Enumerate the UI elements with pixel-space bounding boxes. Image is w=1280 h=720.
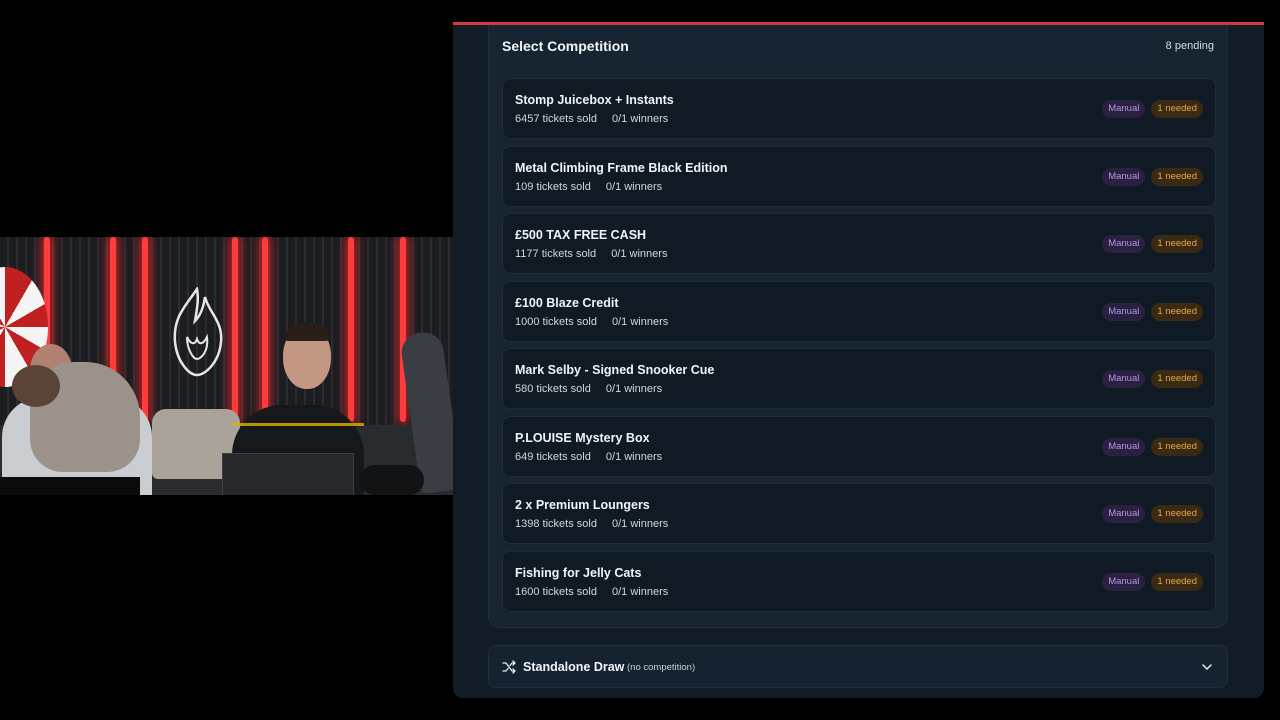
desk-edge xyxy=(0,477,140,495)
manual-badge: Manual xyxy=(1102,437,1146,456)
shuffle-icon xyxy=(502,660,516,674)
needed-badge: 1 needed xyxy=(1151,167,1203,186)
neon-light xyxy=(232,237,238,422)
competition-item[interactable]: £500 TAX FREE CASH 1177 tickets sold 0/1… xyxy=(502,213,1216,274)
competition-name: Fishing for Jelly Cats xyxy=(515,565,642,580)
tickets-sold: 1000 tickets sold xyxy=(515,315,597,328)
card-header: Select Competition 8 pending xyxy=(502,38,1214,58)
manual-badge: Manual xyxy=(1102,235,1146,253)
competition-meta: 1600 tickets sold 0/1 winners xyxy=(515,586,668,598)
tickets-sold: 1600 tickets sold xyxy=(515,585,597,598)
chevron-down-icon[interactable] xyxy=(1201,661,1213,673)
dog-head xyxy=(12,365,60,407)
manual-badge: Manual xyxy=(1102,302,1146,321)
badges: Manual 1 needed xyxy=(1102,302,1203,321)
competition-name: £100 Blaze Credit xyxy=(515,295,619,310)
competition-name: £500 TAX FREE CASH xyxy=(515,228,647,242)
tickets-sold: 580 tickets sold xyxy=(515,383,591,395)
headphones xyxy=(360,465,424,495)
badges: Manual 1 needed xyxy=(1102,572,1203,591)
competition-meta: 1000 tickets sold 0/1 winners xyxy=(515,316,668,328)
badges: Manual 1 needed xyxy=(1102,505,1203,523)
badges: Manual 1 needed xyxy=(1102,167,1203,186)
needed-badge: 1 needed xyxy=(1151,505,1203,523)
needed-badge: 1 needed xyxy=(1151,437,1203,456)
competition-item[interactable]: Stomp Juicebox + Instants 6457 tickets s… xyxy=(502,78,1216,139)
needed-badge: 1 needed xyxy=(1151,235,1203,253)
competition-meta: 109 tickets sold 0/1 winners xyxy=(515,181,662,193)
needed-badge: 1 needed xyxy=(1151,302,1203,321)
competition-item[interactable]: P.LOUISE Mystery Box 649 tickets sold 0/… xyxy=(502,415,1216,477)
competition-name: P.LOUISE Mystery Box xyxy=(515,430,650,445)
flame-logo-icon xyxy=(173,287,223,377)
winners-count: 0/1 winners xyxy=(611,248,668,260)
badges: Manual 1 needed xyxy=(1102,370,1203,388)
manual-badge: Manual xyxy=(1102,100,1146,118)
competition-item[interactable]: Fishing for Jelly Cats 1600 tickets sold… xyxy=(502,550,1216,612)
competition-name: Metal Climbing Frame Black Edition xyxy=(515,160,728,175)
needed-badge: 1 needed xyxy=(1151,370,1203,388)
tickets-sold: 109 tickets sold xyxy=(515,180,591,193)
jacket-stripe xyxy=(232,423,364,426)
badges: Manual 1 needed xyxy=(1102,437,1203,456)
standalone-draw-sublabel: (no competition) xyxy=(627,662,696,673)
winners-count: 0/1 winners xyxy=(612,315,669,328)
badges: Manual 1 needed xyxy=(1102,100,1203,118)
card-title: Select Competition xyxy=(502,38,629,54)
laptop xyxy=(222,453,354,495)
standalone-draw-label: Standalone Draw xyxy=(523,660,625,674)
needed-badge: 1 needed xyxy=(1151,100,1203,118)
competition-meta: 580 tickets sold 0/1 winners xyxy=(515,383,662,395)
competition-item[interactable]: 2 x Premium Loungers 1398 tickets sold 0… xyxy=(502,483,1216,544)
competition-meta: 1177 tickets sold 0/1 winners xyxy=(515,248,667,260)
tickets-sold: 6457 tickets sold xyxy=(515,113,597,125)
badges: Manual 1 needed xyxy=(1102,235,1203,253)
neon-light xyxy=(262,237,268,422)
competition-item[interactable]: Metal Climbing Frame Black Edition 109 t… xyxy=(502,145,1216,207)
manual-badge: Manual xyxy=(1102,167,1146,186)
tickets-sold: 1177 tickets sold xyxy=(515,248,597,260)
webcam-feed xyxy=(0,237,453,495)
winners-count: 0/1 winners xyxy=(605,180,663,193)
competition-name: Mark Selby - Signed Snooker Cue xyxy=(515,363,715,377)
competition-list: Stomp Juicebox + Instants 6457 tickets s… xyxy=(502,78,1216,618)
winners-count: 0/1 winners xyxy=(605,450,663,463)
competition-meta: 1398 tickets sold 0/1 winners xyxy=(515,518,668,530)
winners-count: 0/1 winners xyxy=(612,113,669,125)
manual-badge: Manual xyxy=(1102,370,1146,388)
tickets-sold: 649 tickets sold xyxy=(515,450,591,463)
neon-light xyxy=(400,237,406,422)
competition-meta: 649 tickets sold 0/1 winners xyxy=(515,451,662,463)
neon-light xyxy=(142,237,148,422)
competition-item[interactable]: Mark Selby - Signed Snooker Cue 580 tick… xyxy=(502,348,1216,409)
competition-name: Stomp Juicebox + Instants xyxy=(515,93,674,107)
standalone-draw-toggle[interactable]: Standalone Draw (no competition) xyxy=(488,645,1228,688)
draw-panel: Select Competition 8 pending Stomp Juice… xyxy=(453,22,1264,698)
manual-badge: Manual xyxy=(1102,505,1146,523)
tickets-sold: 1398 tickets sold xyxy=(515,518,597,530)
competition-meta: 6457 tickets sold 0/1 winners xyxy=(515,113,668,125)
needed-badge: 1 needed xyxy=(1151,572,1203,591)
competition-name: 2 x Premium Loungers xyxy=(515,498,650,512)
winners-count: 0/1 winners xyxy=(612,585,669,598)
neon-light xyxy=(348,237,354,422)
select-competition-card: Select Competition 8 pending Stomp Juice… xyxy=(488,25,1228,628)
competition-item[interactable]: £100 Blaze Credit 1000 tickets sold 0/1 … xyxy=(502,280,1216,342)
presenter-right-hair xyxy=(285,323,329,341)
winners-count: 0/1 winners xyxy=(612,518,669,530)
winners-count: 0/1 winners xyxy=(605,383,663,395)
pending-count: 8 pending xyxy=(1165,40,1214,52)
manual-badge: Manual xyxy=(1102,572,1146,591)
